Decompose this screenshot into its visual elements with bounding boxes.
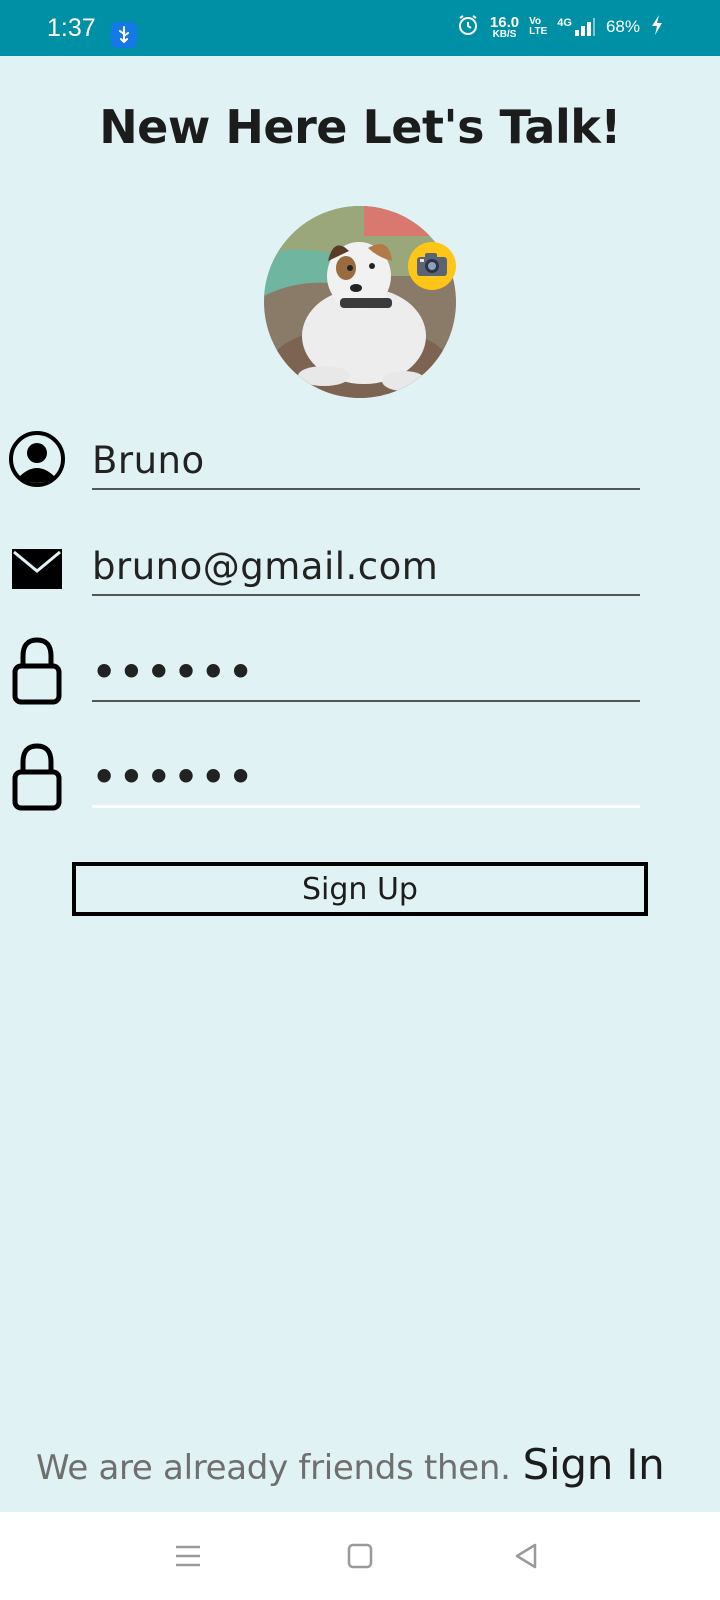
- volte-indicator: Vo LTE: [529, 16, 548, 38]
- person-circle-icon: [6, 424, 68, 494]
- profile-avatar[interactable]: [264, 206, 456, 398]
- page-title: New Here Let's Talk!: [99, 100, 621, 154]
- network-speed-unit: KB/S: [492, 28, 517, 40]
- lock-icon: [6, 636, 68, 706]
- back-button[interactable]: [508, 1540, 544, 1576]
- confirm-password-field[interactable]: ••••••: [92, 744, 640, 808]
- sign-up-button[interactable]: Sign Up: [72, 862, 648, 916]
- camera-icon: [415, 250, 449, 282]
- lock-icon: [6, 742, 68, 812]
- status-time: 1:37: [47, 14, 96, 42]
- password-field[interactable]: ••••••: [92, 638, 640, 702]
- network-type: 4G: [557, 17, 572, 29]
- menu-icon: [174, 1544, 202, 1572]
- network-speed: 16.0 KB/S: [490, 15, 519, 40]
- change-photo-button[interactable]: [408, 242, 456, 290]
- email-value: bruno@gmail.com: [92, 545, 439, 588]
- footer: We are already friends then. Sign In: [36, 1440, 665, 1489]
- status-indicators: 16.0 KB/S Vo LTE 4G 68%: [456, 12, 664, 42]
- volte-bottom: LTE: [529, 26, 548, 37]
- name-field[interactable]: Bruno: [92, 426, 640, 490]
- envelope-icon: [6, 534, 68, 604]
- footer-prompt: We are already friends then.: [36, 1448, 511, 1488]
- menu-button[interactable]: [170, 1540, 206, 1576]
- usb-icon: [111, 22, 137, 48]
- battery-percent: 68%: [605, 17, 640, 36]
- navigation-bar: [0, 1512, 720, 1600]
- home-square-icon: [347, 1543, 373, 1573]
- alarm-icon: [456, 13, 480, 42]
- back-triangle-icon: [513, 1542, 539, 1574]
- sign-in-link[interactable]: Sign In: [523, 1440, 665, 1489]
- dog-photo: [264, 206, 456, 398]
- password-value: ••••••: [92, 650, 256, 694]
- sign-up-label: Sign Up: [302, 871, 418, 907]
- confirm-password-value: ••••••: [92, 755, 256, 799]
- status-bar: 1:37 16.0 KB/S Vo LTE 4G 68%: [0, 0, 720, 56]
- signal-icon: 4G: [557, 17, 596, 37]
- name-value: Bruno: [92, 439, 205, 482]
- charging-icon: [650, 14, 664, 41]
- network-speed-value: 16.0: [489, 13, 520, 31]
- email-field[interactable]: bruno@gmail.com: [92, 532, 640, 596]
- home-button[interactable]: [342, 1540, 378, 1576]
